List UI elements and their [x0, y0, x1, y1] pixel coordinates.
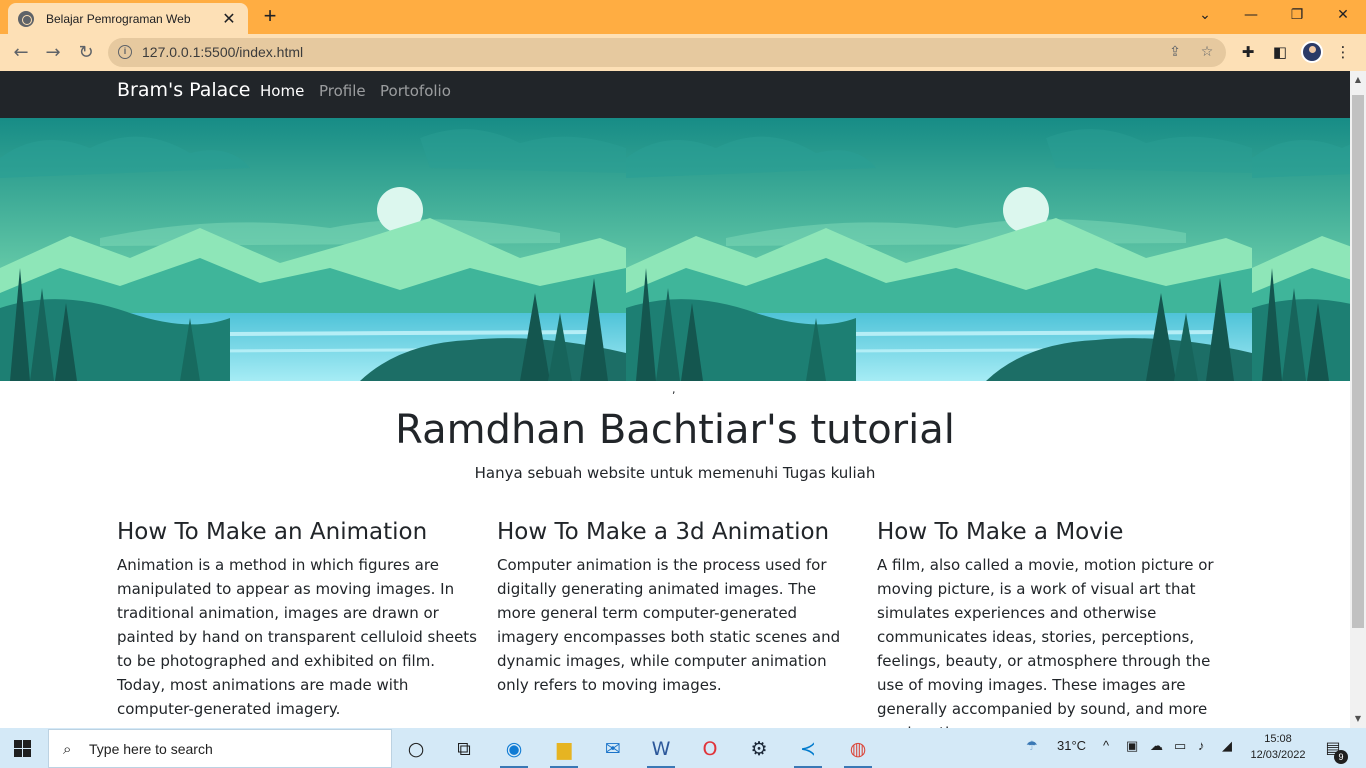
site-brand[interactable]: Bram's Palace: [117, 79, 250, 101]
site-info-icon[interactable]: i: [118, 45, 132, 59]
edge-icon[interactable]: ◉: [494, 732, 534, 768]
tab-close-button[interactable]: ✕: [220, 9, 238, 29]
clock-time: 15:08: [1264, 733, 1292, 745]
menu-dots-icon[interactable]: ⋮: [1333, 42, 1353, 62]
weather-icon[interactable]: ☂: [1026, 738, 1038, 754]
minimize-button[interactable]: —: [1228, 0, 1274, 30]
browser-toolbar: ← → ↻ i 127.0.0.1:5500/index.html ⇪ ☆ ✚ …: [0, 34, 1366, 71]
clock-date: 12/03/2022: [1250, 749, 1306, 761]
content-column: How To Make a 3d Animation Computer anim…: [497, 517, 842, 697]
search-icon: ⌕: [63, 740, 72, 758]
bookmark-star-icon[interactable]: ☆: [1198, 43, 1216, 61]
extensions-puzzle-icon[interactable]: ✚: [1238, 42, 1258, 62]
close-window-button[interactable]: ✕: [1320, 0, 1366, 30]
vscode-icon[interactable]: ≺: [788, 732, 828, 768]
new-tab-button[interactable]: +: [258, 5, 282, 29]
windows-taskbar: ⌕ Type here to search ○ ⧉ ◉ ▆ ✉ W O ⚙ ≺ …: [0, 728, 1366, 768]
volume-icon[interactable]: ♪: [1198, 738, 1205, 753]
scroll-down-icon[interactable]: ▼: [1350, 712, 1366, 726]
column-body: Computer animation is the process used f…: [497, 556, 841, 694]
browser-tab-strip: Belajar Pemrograman Web ✕ + ⌄ — ❐ ✕: [0, 0, 1366, 34]
restore-button[interactable]: ❐: [1274, 0, 1320, 30]
battery-icon[interactable]: ▭: [1174, 738, 1186, 754]
scroll-up-icon[interactable]: ▲: [1350, 73, 1366, 87]
column-heading: How To Make a 3d Animation: [497, 519, 830, 545]
nav-profile-link[interactable]: Profile: [319, 82, 366, 100]
file-explorer-icon[interactable]: ▆: [544, 732, 584, 768]
address-bar[interactable]: i 127.0.0.1:5500/index.html ⇪ ☆: [108, 38, 1226, 67]
taskbar-search-box[interactable]: ⌕ Type here to search: [48, 729, 392, 768]
tab-search-button[interactable]: ⌄: [1182, 0, 1228, 30]
content-column: How To Make a Movie A film, also called …: [877, 517, 1237, 728]
nav-home-link[interactable]: Home: [260, 82, 304, 100]
page-subtitle: Hanya sebuah website untuk memenuhi Tuga…: [474, 464, 876, 482]
site-navbar: Bram's Palace Home Profile Portofolio: [0, 71, 1350, 118]
browser-tab[interactable]: Belajar Pemrograman Web ✕: [8, 3, 248, 34]
nav-portofolio-link[interactable]: Portofolio: [380, 82, 451, 100]
task-view-icon[interactable]: ⧉: [444, 732, 484, 766]
reload-icon[interactable]: ↻: [73, 40, 99, 66]
chrome-icon[interactable]: ◍: [838, 732, 878, 768]
steam-icon[interactable]: ⚙: [739, 732, 779, 766]
temperature-text[interactable]: 31°C: [1057, 738, 1086, 753]
side-panel-icon[interactable]: ◧: [1270, 42, 1290, 62]
page-viewport: Bram's Palace Home Profile Portofolio , …: [0, 71, 1350, 728]
page-title: Ramdhan Bachtiar's tutorial: [395, 407, 955, 453]
forward-arrow-icon[interactable]: →: [40, 40, 66, 66]
tab-title: Belajar Pemrograman Web: [46, 11, 191, 26]
cortana-icon[interactable]: ○: [396, 732, 436, 766]
column-heading: How To Make an Animation: [117, 519, 428, 545]
column-body: A film, also called a movie, motion pict…: [877, 556, 1214, 728]
word-icon[interactable]: W: [641, 732, 681, 768]
hero-landscape-image: [0, 118, 1350, 381]
profile-avatar[interactable]: [1301, 41, 1323, 63]
tray-chevron-icon[interactable]: ^: [1103, 738, 1109, 753]
page-scrollbar[interactable]: ▲ ▼: [1350, 71, 1366, 728]
windows-start-icon[interactable]: [14, 740, 32, 757]
column-body: Animation is a method in which figures a…: [117, 556, 477, 718]
onedrive-icon[interactable]: ☁: [1150, 738, 1163, 754]
search-placeholder: Type here to search: [89, 741, 213, 757]
scrollbar-thumb[interactable]: [1352, 95, 1364, 628]
meet-now-icon[interactable]: ▣: [1126, 738, 1138, 754]
stray-comma-text: ,: [672, 383, 676, 396]
taskbar-clock[interactable]: 15:08 12/03/2022: [1250, 731, 1306, 763]
wifi-icon[interactable]: ◢: [1222, 738, 1232, 754]
notification-center-icon[interactable]: ▤ 9: [1322, 738, 1348, 764]
content-column: How To Make an Animation Animation is a …: [117, 517, 477, 721]
url-text[interactable]: 127.0.0.1:5500/index.html: [142, 44, 303, 60]
notification-badge: 9: [1334, 750, 1348, 764]
globe-icon: [18, 10, 34, 27]
column-heading: How To Make a Movie: [877, 519, 1124, 545]
opera-icon[interactable]: O: [690, 732, 730, 766]
mail-icon[interactable]: ✉: [593, 732, 633, 766]
back-arrow-icon[interactable]: ←: [8, 40, 34, 66]
share-icon[interactable]: ⇪: [1166, 43, 1184, 61]
